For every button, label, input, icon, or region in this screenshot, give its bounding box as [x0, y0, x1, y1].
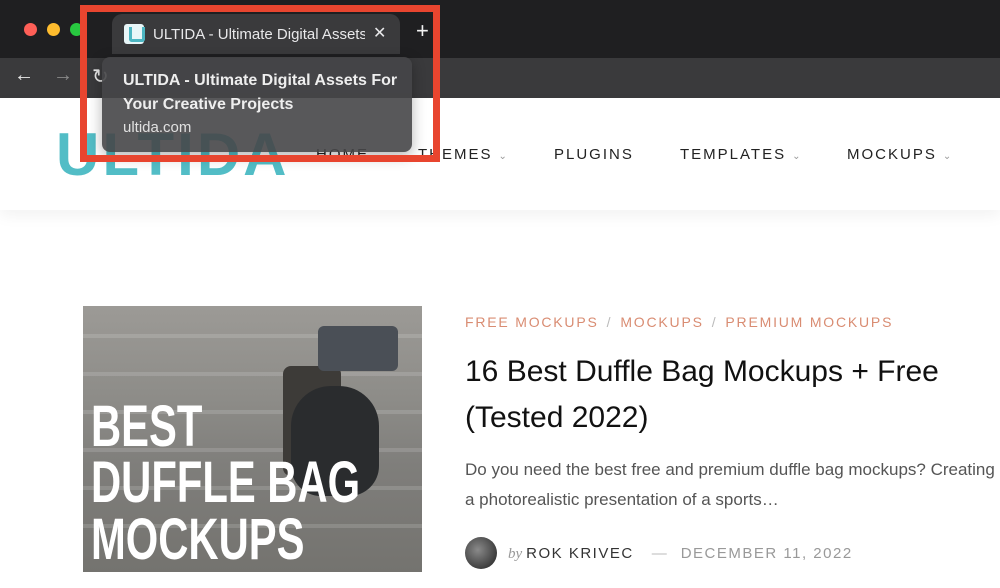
minimize-window-button[interactable] — [47, 23, 60, 36]
stair-stripe — [83, 372, 422, 376]
category-separator: / — [606, 314, 613, 330]
nav-item-plugins[interactable]: PLUGINS — [554, 146, 634, 163]
thumbnail-text-line: DUFFLE BAG — [91, 450, 361, 515]
nav-item-templates[interactable]: TEMPLATES ⌄ — [680, 146, 802, 163]
post-byline: by ROK KRIVEC — DECEMBER 11, 2022 — [508, 545, 853, 563]
category-link[interactable]: MOCKUPS — [620, 314, 703, 330]
chevron-down-icon: ⌄ — [792, 151, 803, 162]
author-avatar[interactable] — [465, 537, 497, 569]
post-thumbnail[interactable]: BEST DUFFLE BAG MOCKUPS — [83, 306, 422, 572]
chevron-down-icon: ⌄ — [942, 151, 954, 162]
nav-item-label: TEMPLATES — [680, 146, 787, 163]
author-link[interactable]: ROK KRIVEC — [526, 545, 634, 562]
chevron-down-icon: ⌄ — [498, 151, 509, 162]
post-categories: FREE MOCKUPS / MOCKUPS / PREMIUM MOCKUPS — [465, 314, 893, 330]
post-excerpt: Do you need the best free and premium du… — [465, 460, 995, 509]
category-link[interactable]: FREE MOCKUPS — [465, 314, 599, 330]
post-title[interactable]: 16 Best Duffle Bag Mockups + Free (Teste… — [465, 349, 985, 441]
post-date: DECEMBER 11, 2022 — [680, 545, 853, 562]
highlight-box — [80, 5, 440, 162]
byline-dash: — — [651, 545, 667, 562]
category-separator: / — [711, 314, 718, 330]
nav-item-label: PLUGINS — [554, 146, 634, 163]
nav-item-label: MOCKUPS — [847, 146, 937, 163]
back-arrow-icon[interactable]: ← — [14, 64, 34, 87]
close-window-button[interactable] — [24, 23, 37, 36]
forward-arrow-icon[interactable]: → — [53, 64, 73, 87]
byline-prefix: by — [508, 546, 523, 562]
thumbnail-text-line: BEST — [91, 394, 203, 459]
category-link[interactable]: PREMIUM MOCKUPS — [725, 314, 893, 330]
shorts-shape — [318, 326, 398, 371]
thumbnail-text-line: MOCKUPS — [91, 507, 305, 572]
nav-item-mockups[interactable]: MOCKUPS ⌄ — [847, 146, 953, 163]
